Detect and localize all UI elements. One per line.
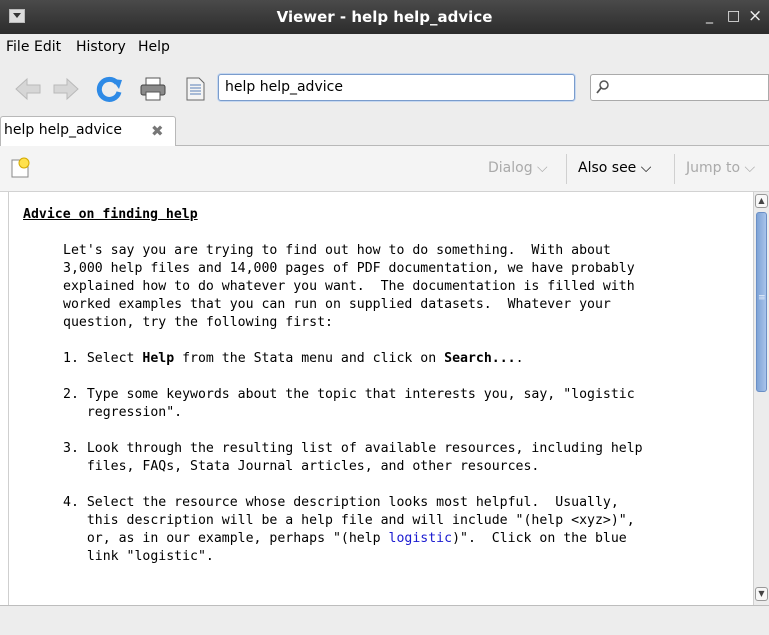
separator bbox=[566, 154, 567, 184]
chevron-down-icon: ⌵ bbox=[740, 160, 756, 176]
dialog-dropdown[interactable]: Dialog ⌵ bbox=[488, 160, 548, 176]
tab-label: help help_advice bbox=[4, 122, 122, 138]
help-content: Advice on finding help Let's say you are… bbox=[8, 192, 753, 605]
scroll-up-icon[interactable]: ▲ bbox=[755, 194, 768, 208]
title-bar: Viewer - help help_advice _ □ × bbox=[0, 0, 769, 34]
step-1-text: 1. Select bbox=[63, 351, 143, 366]
toolbar: help help_advice bbox=[0, 62, 769, 114]
command-input[interactable]: help help_advice bbox=[218, 74, 575, 101]
menu-bar: File Edit History Help bbox=[0, 34, 769, 62]
minimize-button[interactable]: _ bbox=[706, 8, 713, 24]
step-2: 2. Type some keywords about the topic th… bbox=[63, 387, 635, 420]
menu-history[interactable]: History bbox=[76, 39, 126, 55]
step-1-text-c: . bbox=[515, 351, 524, 366]
refresh-icon[interactable] bbox=[96, 76, 124, 102]
chevron-down-icon: ⌵ bbox=[636, 160, 652, 176]
help-heading: Advice on finding help bbox=[23, 207, 198, 222]
also-see-dropdown[interactable]: Also see ⌵ bbox=[578, 160, 651, 176]
separator bbox=[674, 154, 675, 184]
intro-paragraph: Let's say you are trying to find out how… bbox=[63, 243, 635, 330]
step-1: 1. Select Help from the Stata menu and c… bbox=[23, 350, 753, 368]
step-3: 3. Look through the resulting list of av… bbox=[63, 441, 643, 474]
scroll-thumb[interactable] bbox=[756, 212, 767, 392]
menu-help[interactable]: Help bbox=[138, 39, 170, 55]
step-4: 4. Select the resource whose description… bbox=[23, 494, 753, 566]
step-1-search-bold: Search... bbox=[444, 351, 516, 366]
search-icon bbox=[596, 80, 609, 94]
tab-bar: help help_advice ✖ bbox=[0, 114, 769, 147]
jump-to-label: Jump to bbox=[686, 160, 741, 176]
tab-help-advice[interactable]: help help_advice ✖ bbox=[0, 116, 176, 147]
forward-arrow-icon[interactable] bbox=[52, 76, 80, 102]
print-icon[interactable] bbox=[139, 76, 167, 102]
also-see-label: Also see bbox=[578, 160, 637, 176]
close-button[interactable]: × bbox=[748, 6, 762, 26]
step-1-text-b: from the Stata menu and click on bbox=[174, 351, 445, 366]
back-arrow-icon[interactable] bbox=[14, 76, 42, 102]
page-icon[interactable] bbox=[181, 76, 209, 102]
chevron-down-icon: ⌵ bbox=[532, 160, 548, 176]
status-bar bbox=[0, 605, 769, 635]
viewer-toolbar: Dialog ⌵ Also see ⌵ Jump to ⌵ bbox=[0, 146, 769, 192]
menu-file[interactable]: File bbox=[6, 39, 29, 55]
menu-edit[interactable]: Edit bbox=[34, 39, 61, 55]
dialog-label: Dialog bbox=[488, 160, 533, 176]
search-input[interactable] bbox=[590, 74, 769, 101]
tab-close-icon[interactable]: ✖ bbox=[151, 122, 164, 140]
logistic-link[interactable]: logistic bbox=[389, 531, 453, 546]
vertical-scrollbar[interactable]: ▲ ▼ bbox=[753, 192, 769, 605]
scroll-down-icon[interactable]: ▼ bbox=[755, 587, 768, 601]
new-viewer-icon[interactable] bbox=[10, 157, 32, 179]
maximize-button[interactable]: □ bbox=[727, 8, 740, 24]
jump-to-dropdown[interactable]: Jump to ⌵ bbox=[686, 160, 755, 176]
step-1-help-bold: Help bbox=[142, 351, 175, 366]
window-title: Viewer - help help_advice bbox=[276, 8, 493, 26]
